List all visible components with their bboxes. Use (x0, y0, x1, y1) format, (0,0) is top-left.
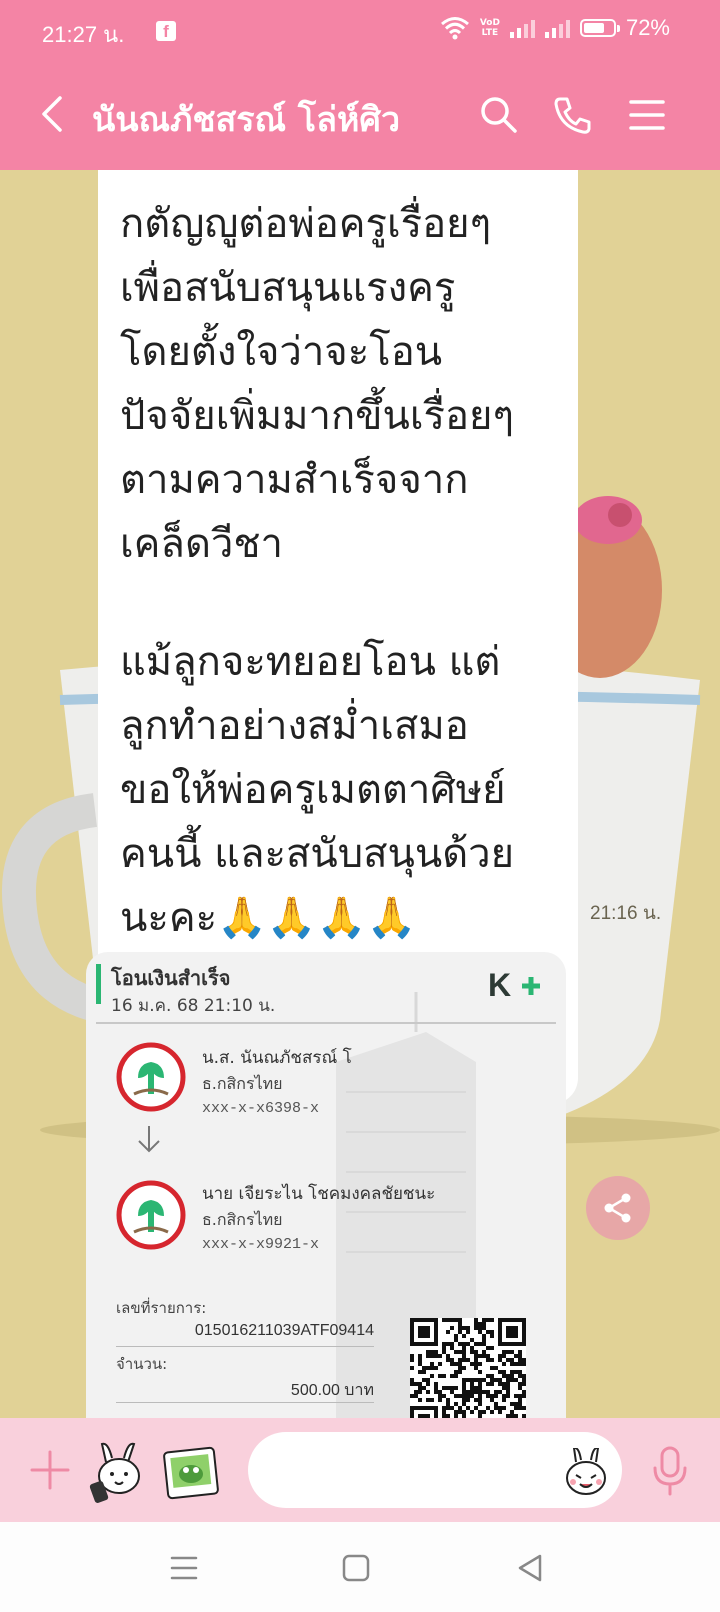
recipient-account: xxx-x-x9921-x (202, 1236, 320, 1253)
share-button[interactable] (586, 1176, 650, 1240)
system-nav-bar (0, 1522, 720, 1612)
slip-accent-bar (96, 964, 101, 1004)
slip-date: 16 ม.ค. 68 21:10 น. (111, 996, 276, 1016)
microphone-icon[interactable] (650, 1446, 690, 1496)
signal-icon-2 (544, 18, 570, 38)
sticker-icon[interactable] (88, 1442, 150, 1504)
chat-header: นันณภัชสรณ์ โล่ห์ศิว (0, 66, 720, 170)
volte-label-bottom: LTE (481, 28, 499, 38)
message-line: ตามความสำเร็จจาก (120, 457, 469, 503)
reference-underline (116, 1346, 374, 1347)
search-icon[interactable] (478, 94, 520, 136)
status-time: 21:27 น. (42, 22, 125, 47)
sender-bank: ธ.กสิกรไทย (202, 1074, 283, 1093)
phone-icon[interactable] (552, 94, 594, 136)
message-line: ปัจจัยเพิ่มมากขึ้นเรื่อยๆ (120, 393, 514, 439)
status-bar: 21:27 น. f VoD LTE 72% (0, 0, 720, 66)
plus-icon[interactable] (30, 1450, 70, 1490)
kplus-logo-text: K (488, 967, 511, 1002)
menu-icon[interactable] (626, 94, 668, 136)
message-line: แม้ลูกจะทยอยโอน แต่ (120, 639, 501, 685)
reference-number: 015016211039ATF09414 (194, 1322, 374, 1339)
amount-value: 500.00 บาท (290, 1382, 374, 1399)
message-line: กตัญญูต่อพ่อครูเรื่อยๆ (120, 201, 492, 247)
kbank-logo-icon (116, 1042, 186, 1112)
home-icon[interactable] (340, 1552, 372, 1584)
qr-code (410, 1318, 526, 1418)
slip-divider (96, 1022, 556, 1024)
message-line: เคล็ดวีชา (120, 521, 283, 567)
recents-icon[interactable] (168, 1552, 200, 1584)
back-arrow-icon[interactable] (34, 94, 74, 134)
message-line: เพื่อสนับสนุนแรงครู (120, 265, 456, 311)
amount-label: จำนวน: (116, 1355, 168, 1373)
amount-underline (116, 1402, 374, 1403)
message-line: คนนี้ และสนับสนุนด้วย (120, 831, 515, 877)
kplus-logo: K (488, 967, 540, 1002)
recipient-name: นาย เจียระไน โชคมงคลชัยชนะ (202, 1184, 436, 1204)
battery-icon (579, 19, 620, 37)
emoji-icon[interactable] (562, 1448, 610, 1496)
arrow-down-icon (138, 1126, 160, 1153)
battery-percent: 72% (625, 15, 670, 40)
message-line: ขอให้พ่อครูเมตตาศิษย์ (120, 767, 506, 813)
transfer-slip-image[interactable]: โอนเงินสำเร็จ 16 ม.ค. 68 21:10 น. K น.ส.… (86, 952, 566, 1418)
sender-account: xxx-x-x6398-x (202, 1100, 320, 1117)
share-icon (604, 1193, 631, 1223)
message-input-bar (0, 1418, 720, 1522)
signal-icon-1 (509, 18, 535, 38)
facebook-notification-icon: f (156, 21, 176, 41)
status-indicators: VoD LTE 72% (440, 15, 670, 41)
slip-title: โอนเงินสำเร็จ (111, 966, 231, 990)
back-icon[interactable] (514, 1552, 546, 1584)
chat-title[interactable]: นันณภัชสรณ์ โล่ห์ศิว (92, 92, 400, 146)
message-line (120, 576, 560, 630)
message-line: ลูกทำอย่างสม่ำเสมอ (120, 703, 469, 749)
volte-icon: VoD LTE (480, 18, 500, 38)
message-time: 21:16 น. (590, 903, 662, 924)
volte-label-top: VoD (479, 18, 500, 28)
message-line: โดยตั้งใจว่าจะโอน (120, 329, 443, 375)
reference-label: เลขที่รายการ: (116, 1299, 207, 1317)
chat-area[interactable]: กตัญญูต่อพ่อครูเรื่อยๆเพื่อสนับสนุนแรงคร… (0, 170, 720, 1418)
kbank-logo-icon (116, 1180, 186, 1250)
wifi-icon (440, 17, 469, 40)
battery-fill (583, 23, 604, 33)
sender-name: น.ส. นันณภัชสรณ์ โ (202, 1048, 352, 1068)
message-line: นะคะ🙏🙏🙏🙏 (120, 895, 417, 941)
photo-icon[interactable] (160, 1442, 222, 1504)
recipient-bank: ธ.กสิกรไทย (202, 1210, 283, 1229)
